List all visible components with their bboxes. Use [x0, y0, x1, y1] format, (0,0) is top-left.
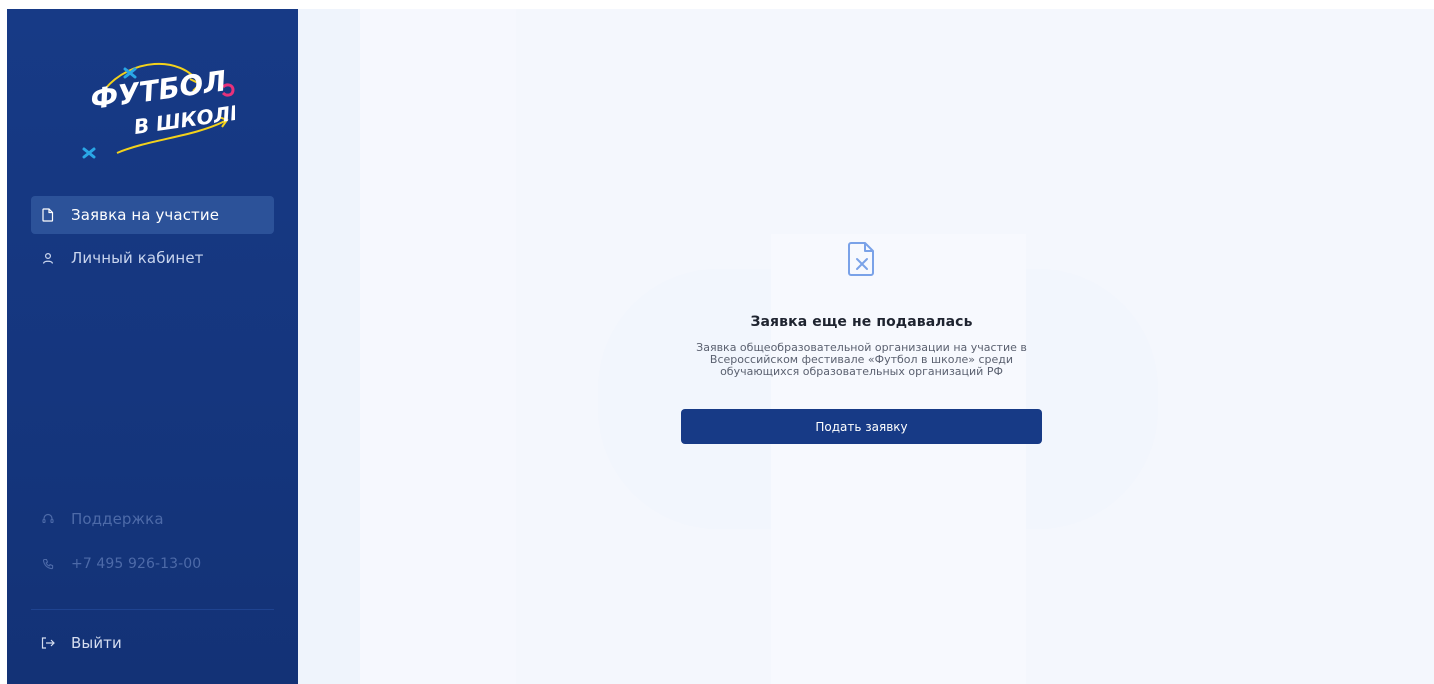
logout-icon	[41, 636, 55, 650]
empty-state-description: Заявка общеобразовательной организации н…	[696, 341, 1027, 378]
file-x-icon	[847, 239, 877, 279]
background-shape	[360, 9, 516, 684]
logout-button[interactable]: Выйти	[31, 624, 274, 662]
phone-number: +7 495 926-13-00	[71, 556, 202, 572]
empty-state-title: Заявка еще не подавалась	[750, 314, 973, 330]
sidebar: ФУТБОЛ В ШКОЛЕ Заявка на участие Личный …	[7, 9, 298, 684]
sidebar-item-cabinet[interactable]: Личный кабинет	[31, 239, 274, 277]
background-shape	[298, 9, 360, 684]
phone-icon	[41, 557, 55, 571]
logo[interactable]: ФУТБОЛ В ШКОЛЕ	[75, 49, 245, 169]
headset-icon	[41, 512, 55, 526]
logout-label: Выйти	[71, 634, 122, 652]
submit-application-button[interactable]: Подать заявку	[681, 409, 1042, 444]
app-frame: ФУТБОЛ В ШКОЛЕ Заявка на участие Личный …	[7, 9, 1434, 684]
support-label: Поддержка	[71, 510, 164, 528]
main-content: Заявка еще не подавалась Заявка общеобра…	[298, 9, 1434, 684]
phone-link[interactable]: +7 495 926-13-00	[31, 545, 274, 583]
divider	[31, 609, 274, 610]
support-link[interactable]: Поддержка	[31, 500, 274, 538]
empty-state: Заявка еще не подавалась Заявка общеобра…	[681, 239, 1042, 444]
logo-graphic: ФУТБОЛ В ШКОЛЕ	[82, 63, 245, 159]
sidebar-item-label: Личный кабинет	[71, 249, 204, 267]
document-icon	[41, 208, 55, 222]
user-icon	[41, 251, 55, 265]
sidebar-item-application[interactable]: Заявка на участие	[31, 196, 274, 234]
sidebar-item-label: Заявка на участие	[71, 206, 220, 224]
